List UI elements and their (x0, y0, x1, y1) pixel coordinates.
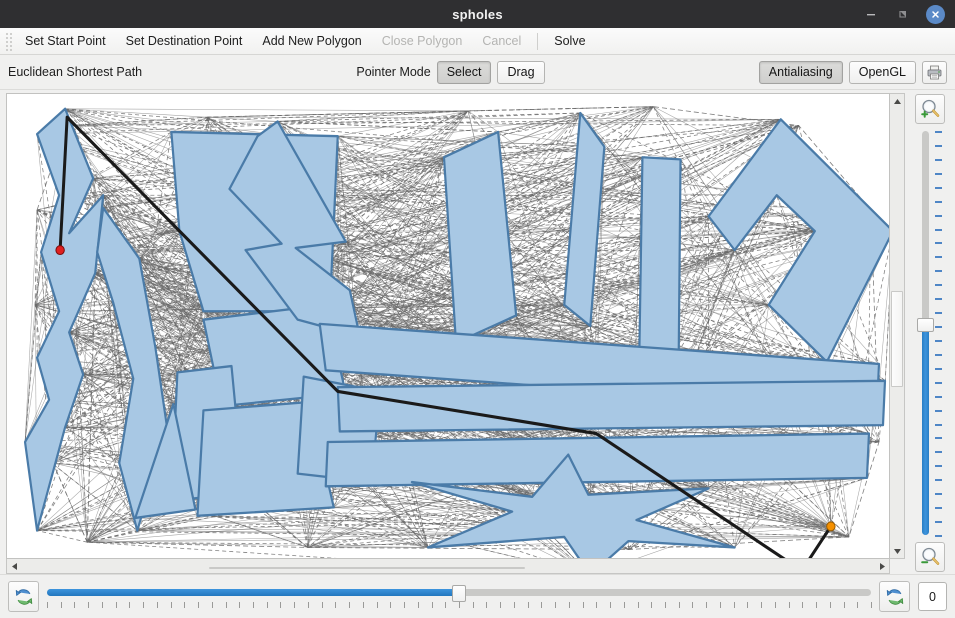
rotation-slider[interactable] (47, 580, 872, 614)
rotation-slider-fill (47, 588, 459, 596)
obstacle-polygons (23, 107, 889, 558)
rotation-slider-handle[interactable] (452, 584, 466, 602)
start-point-marker[interactable] (55, 245, 65, 256)
scroll-down-icon[interactable] (890, 544, 904, 558)
rotation-value[interactable]: 0 (918, 582, 947, 611)
window-controls (862, 0, 949, 28)
menu-item-add-new-polygon[interactable]: Add New Polygon (252, 31, 371, 51)
obstacle-parallelogram-mid[interactable] (442, 130, 518, 345)
canvas-horizontal-scrollbar[interactable] (6, 559, 890, 574)
horizontal-scroll-thumb[interactable] (208, 567, 525, 569)
pointer-mode-select-button[interactable]: Select (436, 60, 492, 84)
toolbar-drag-handle[interactable] (4, 31, 13, 51)
canvas-vertical-scrollbar[interactable] (890, 93, 905, 559)
scroll-right-icon[interactable] (875, 562, 889, 571)
canvas-container (6, 93, 905, 574)
maximize-icon[interactable] (894, 5, 912, 23)
canvas-row (6, 93, 905, 559)
zoom-out-icon[interactable] (915, 542, 945, 572)
destination-point-marker[interactable] (826, 521, 836, 532)
scene-svg (23, 106, 889, 558)
zoom-slider-handle[interactable] (917, 317, 934, 332)
menu-item-close-polygon: Close Polygon (381, 34, 463, 48)
zoom-in-icon[interactable] (915, 94, 945, 124)
application-window: spholes Set Start Point Set Destination … (0, 0, 955, 618)
menu-item-set-destination-point[interactable]: Set Destination Point (116, 31, 253, 51)
vertical-scroll-thumb[interactable] (891, 291, 903, 388)
zoom-slider-track[interactable] (922, 131, 929, 535)
rotate-left-icon[interactable] (8, 581, 39, 612)
antialiasing-button[interactable]: Antialiasing (758, 60, 843, 84)
main-area (0, 90, 955, 574)
pointer-mode-group: Pointer Mode Select Drag (356, 60, 545, 84)
zoom-slider-fill (922, 324, 929, 535)
vertical-scroll-track[interactable] (890, 108, 904, 544)
action-toolbar: Set Start Point Set Destination Point Ad… (0, 28, 955, 55)
menu-item-solve[interactable]: Solve (544, 31, 595, 51)
pointer-mode-drag-button[interactable]: Drag (497, 60, 545, 84)
title-bar: spholes (0, 0, 955, 28)
pointer-mode-label: Pointer Mode (356, 65, 431, 79)
scroll-up-icon[interactable] (890, 94, 904, 108)
scroll-left-icon[interactable] (7, 562, 21, 571)
rotation-toolbar: 0 (0, 574, 955, 618)
menu-item-set-start-point[interactable]: Set Start Point (15, 31, 116, 51)
minimize-icon[interactable] (862, 5, 880, 23)
zoom-slider[interactable] (913, 131, 947, 537)
menu-separator (537, 32, 539, 50)
close-icon[interactable] (926, 4, 945, 24)
menu-item-cancel: Cancel (482, 34, 522, 48)
zoom-slider-ticks (934, 131, 944, 537)
rotate-right-icon[interactable] (879, 581, 910, 612)
page-title: Euclidean Shortest Path (8, 65, 143, 79)
printer-icon[interactable] (922, 60, 947, 84)
window-title: spholes (452, 6, 503, 22)
opengl-button[interactable]: OpenGL (848, 60, 916, 84)
obstacle-bar-long-3[interactable] (324, 432, 871, 488)
zoom-panel (905, 90, 955, 574)
rotation-slider-ticks (47, 601, 872, 610)
scene-canvas[interactable] (6, 93, 890, 559)
options-toolbar: Euclidean Shortest Path Pointer Mode Sel… (0, 55, 955, 90)
